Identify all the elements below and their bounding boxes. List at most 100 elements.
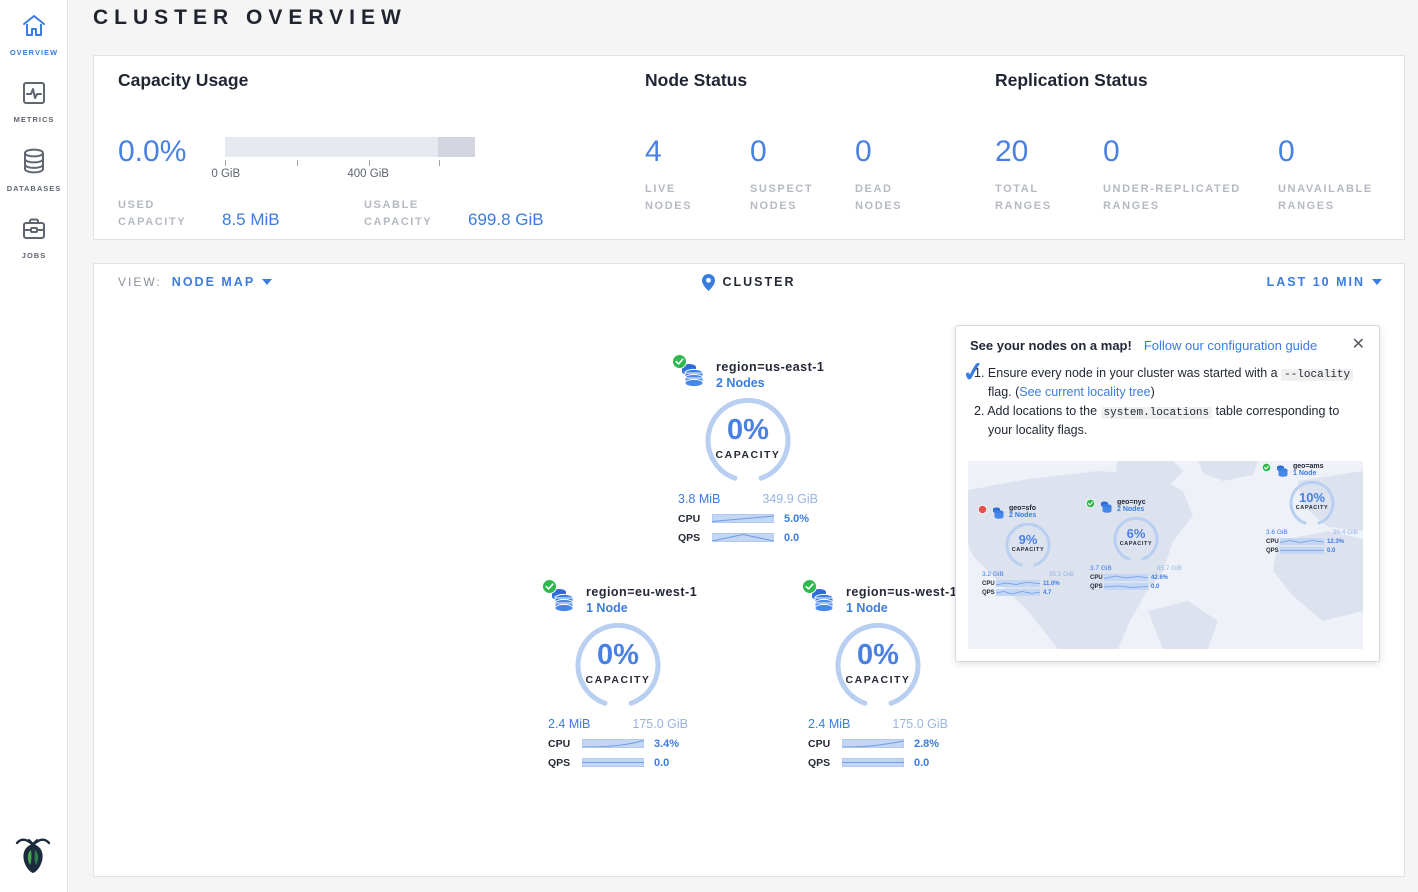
status-ok-icon xyxy=(1262,461,1271,477)
mini-locality-name: geo=ams xyxy=(1293,463,1324,470)
mini-node-card-ams: geo=ams 1 Node 10% CAPACITY 3.6 GiB 36.4… xyxy=(1266,463,1358,554)
mini-qps-value: 0.0 xyxy=(1327,548,1335,554)
cpu-value: 3.4% xyxy=(654,738,679,750)
chevron-down-icon xyxy=(262,279,272,285)
locality-nodes-link[interactable]: 1 Node xyxy=(846,601,957,615)
qps-sparkline xyxy=(842,756,904,769)
status-ok-icon xyxy=(802,579,817,599)
mini-cpu-value: 42.6% xyxy=(1151,575,1168,581)
dead-nodes-label: DEAD NODES xyxy=(855,181,915,215)
total-value: 175.0 GiB xyxy=(632,717,688,731)
code-chip: system.locations xyxy=(1101,407,1213,419)
sidebar-item-databases[interactable]: DATABASES xyxy=(0,134,68,203)
status-warning-icon xyxy=(978,501,987,519)
total-value: 175.0 GiB xyxy=(892,717,948,731)
mini-node-card-nyc: geo=nyc 2 Nodes 6% CAPACITY 3.7 GiB 65.7… xyxy=(1090,499,1182,590)
mini-used-value: 3.7 GiB xyxy=(1090,565,1112,572)
sidebar-item-label: DATABASES xyxy=(0,184,68,193)
mini-cpu-sparkline xyxy=(996,580,1040,587)
mini-used-value: 3.2 GiB xyxy=(982,571,1004,578)
status-ok-icon xyxy=(542,579,557,599)
live-nodes-label: LIVE NODES xyxy=(645,181,715,215)
view-selector-dropdown[interactable]: NODE MAP xyxy=(172,275,272,289)
unavailable-ranges-value: 0 xyxy=(1278,135,1388,169)
cpu-label: CPU xyxy=(808,738,840,750)
node-status-section: Node Status 4 LIVE NODES 0 SUSPECT NODES… xyxy=(645,70,985,215)
cpu-sparkline xyxy=(842,737,904,750)
replication-status-title: Replication Status xyxy=(995,70,1395,91)
view-selector-value: NODE MAP xyxy=(172,275,255,289)
suspect-nodes-label: SUSPECT NODES xyxy=(750,181,820,215)
mini-qps-value: 0.0 xyxy=(1151,584,1159,590)
example-node-map-image: geo=sfo 2 Nodes 9% CAPACITY 3.2 GiB 35.1… xyxy=(968,461,1363,649)
capacity-axis-tick-0: 0 GiB xyxy=(211,168,240,180)
live-nodes-value: 4 xyxy=(645,135,750,169)
sidebar-item-label: JOBS xyxy=(0,251,68,260)
mini-cpu-sparkline xyxy=(1280,538,1324,545)
mini-locality-nodes: 2 Nodes xyxy=(1117,506,1146,513)
mini-qps-sparkline xyxy=(996,589,1040,596)
cpu-value: 5.0% xyxy=(784,513,809,525)
nodes-map-setup-popup: See your nodes on a map! Follow our conf… xyxy=(955,325,1380,662)
locality-databases-icon xyxy=(1100,499,1113,514)
close-icon[interactable]: ✕ xyxy=(1352,337,1365,353)
capacity-used-percent: 0.0% xyxy=(118,135,186,182)
total-ranges-label: TOTAL RANGES xyxy=(995,181,1059,215)
databases-icon xyxy=(22,148,46,174)
capacity-bar: 0 GiB 400 GiB xyxy=(225,137,475,182)
cpu-sparkline xyxy=(712,512,774,525)
mini-qps-label: QPS xyxy=(1090,584,1104,590)
capacity-gauge-arc xyxy=(666,398,830,482)
time-range-dropdown[interactable]: LAST 10 MIN xyxy=(1267,275,1382,289)
node-status-title: Node Status xyxy=(645,70,985,91)
locality-databases-icon xyxy=(992,505,1005,520)
popup-title: See your nodes on a map! xyxy=(970,338,1132,353)
cockroachdb-logo xyxy=(10,831,56,880)
mini-locality-name: geo=nyc xyxy=(1117,499,1146,506)
qps-label: QPS xyxy=(808,757,840,769)
mini-node-card-sfo: geo=sfo 2 Nodes 9% CAPACITY 3.2 GiB 35.1… xyxy=(982,505,1074,596)
replication-status-section: Replication Status 20 TOTAL RANGES 0 UND… xyxy=(995,70,1395,215)
locality-name: region=eu-west-1 xyxy=(586,585,697,599)
view-label: VIEW: xyxy=(118,275,162,289)
unavailable-ranges-label: UNAVAILABLE RANGES xyxy=(1278,181,1388,215)
mini-qps-sparkline xyxy=(1280,547,1324,554)
node-card-us-east-1: region=us-east-1 2 Nodes 0% CAPACITY 3.8… xyxy=(666,360,830,544)
cpu-value: 2.8% xyxy=(914,738,939,750)
qps-value: 0.0 xyxy=(784,532,799,544)
qps-label: QPS xyxy=(678,532,710,544)
capacity-usage-section: Capacity Usage 0.0% 0 GiB 400 GiB USED C… xyxy=(118,70,618,231)
sidebar-item-metrics[interactable]: METRICS xyxy=(0,67,68,134)
configuration-guide-link[interactable]: Follow our configuration guide xyxy=(1144,338,1317,353)
sidebar-item-label: OVERVIEW xyxy=(0,48,68,57)
mini-locality-nodes: 1 Node xyxy=(1293,470,1324,477)
mini-cpu-label: CPU xyxy=(1090,575,1104,581)
locality-tree-link[interactable]: See current locality tree xyxy=(1019,385,1150,399)
usable-capacity-value: 699.8 GiB xyxy=(468,210,544,231)
locality-databases-icon xyxy=(1276,463,1289,478)
map-pin-icon xyxy=(702,274,715,291)
capacity-axis-tick-400: 400 GiB xyxy=(347,168,389,180)
under-replicated-ranges-value: 0 xyxy=(1103,135,1278,169)
mini-cpu-sparkline xyxy=(1104,574,1148,581)
locality-nodes-link[interactable]: 2 Nodes xyxy=(716,376,824,390)
sidebar-item-overview[interactable]: OVERVIEW xyxy=(0,0,68,67)
breadcrumb: CLUSTER xyxy=(722,275,795,289)
mini-cpu-label: CPU xyxy=(1266,539,1280,545)
time-range-value: LAST 10 MIN xyxy=(1267,275,1365,289)
popup-step-2: 2. Add locations to the system.locations… xyxy=(974,403,1363,439)
code-chip: --locality xyxy=(1281,369,1353,381)
mini-qps-label: QPS xyxy=(982,590,996,596)
dead-nodes-value: 0 xyxy=(855,135,915,169)
used-value: 2.4 MiB xyxy=(548,717,590,731)
locality-nodes-link[interactable]: 1 Node xyxy=(586,601,697,615)
mini-cpu-value: 12.3% xyxy=(1327,539,1344,545)
mini-qps-label: QPS xyxy=(1266,548,1280,554)
mini-qps-sparkline xyxy=(1104,583,1148,590)
sidebar-item-jobs[interactable]: JOBS xyxy=(0,203,68,270)
mini-qps-value: 4.7 xyxy=(1043,590,1051,596)
total-ranges-value: 20 xyxy=(995,135,1103,169)
popup-step-1: 1. Ensure every node in your cluster was… xyxy=(974,365,1363,401)
home-icon xyxy=(21,14,47,38)
mini-used-value: 3.6 GiB xyxy=(1266,529,1288,536)
